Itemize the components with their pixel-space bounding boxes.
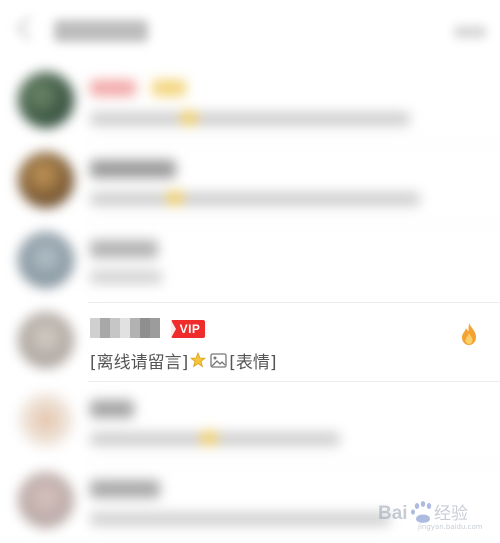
avatar[interactable]	[18, 72, 74, 128]
conversation-item[interactable]	[0, 142, 500, 222]
svg-text:经验: 经验	[434, 504, 468, 524]
image-icon	[210, 352, 227, 368]
svg-text:Bai: Bai	[378, 503, 408, 524]
baidu-jingyan-watermark: Bai 经验 jingyan.baidu.com	[378, 497, 490, 531]
conversation-list: VIP [离线请留言] [表情]	[0, 62, 500, 542]
avatar[interactable]	[18, 232, 74, 288]
contact-name-pixelated	[90, 318, 160, 338]
conversation-item[interactable]	[0, 222, 500, 302]
message-preview-blurred	[90, 112, 410, 126]
contact-name-blurred	[90, 80, 136, 96]
message-preview-blurred	[90, 192, 420, 206]
top-bar	[0, 0, 500, 62]
contact-name-blurred	[90, 240, 158, 258]
badge-blurred	[152, 80, 186, 96]
avatar[interactable]	[18, 152, 74, 208]
message-preview: [离线请留言] [表情]	[90, 348, 277, 373]
top-bar-action-button[interactable]	[454, 26, 486, 38]
baidu-paw-logo-icon: Bai 经验 jingyan.baidu.com	[378, 501, 483, 531]
emoji-blurred	[200, 430, 218, 446]
chat-list-screen: VIP [离线请留言] [表情] Bai 经验 jingyan.baidu.co…	[0, 0, 500, 543]
emoji-blurred	[180, 110, 198, 126]
back-arrow-icon[interactable]	[16, 16, 41, 41]
emoji-blurred	[166, 190, 184, 206]
flame-icon	[462, 323, 476, 345]
conversation-item-focused[interactable]: VIP [离线请留言] [表情]	[0, 302, 500, 382]
star-icon	[190, 352, 207, 368]
avatar[interactable]	[18, 312, 74, 368]
conversation-item[interactable]	[0, 62, 500, 142]
message-suffix-text: [表情]	[229, 352, 277, 373]
avatar[interactable]	[18, 392, 74, 448]
message-preview-blurred	[90, 512, 390, 526]
vip-badge: VIP	[171, 320, 205, 338]
contact-name-blurred	[90, 480, 160, 498]
row-divider	[88, 302, 500, 303]
contact-name-blurred	[90, 160, 176, 178]
avatar[interactable]	[18, 472, 74, 528]
page-title	[54, 20, 148, 42]
conversation-item[interactable]	[0, 382, 500, 462]
contact-name-blurred	[90, 400, 134, 418]
message-prefix-text: [离线请留言]	[90, 352, 189, 373]
svg-text:jingyan.baidu.com: jingyan.baidu.com	[417, 523, 483, 531]
message-preview-blurred	[90, 270, 162, 284]
